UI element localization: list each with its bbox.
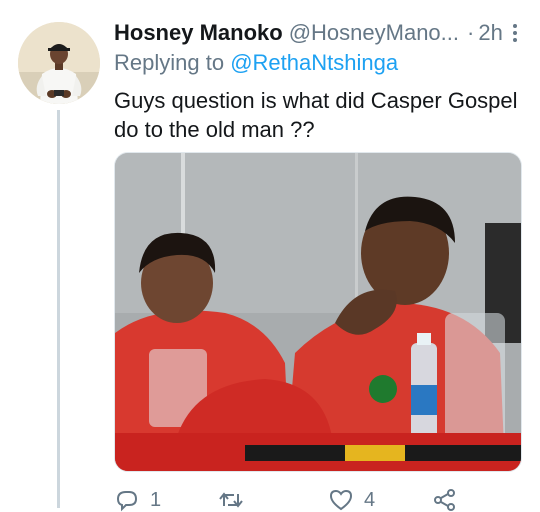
user-handle[interactable]: @HosneyMano... (289, 20, 459, 46)
tweet-header: Hosney Manoko @HosneyMano... · 2h (114, 18, 524, 48)
share-icon (434, 489, 455, 511)
photo-image (115, 153, 521, 471)
retweet-icon (219, 492, 243, 508)
heart-icon (329, 489, 353, 511)
like-count: 4 (364, 488, 376, 511)
replying-to-mention[interactable]: @RethaNtshinga (230, 50, 398, 75)
reply-button[interactable]: 1 (114, 488, 161, 512)
tweet-text: Guys question is what did Casper Gospel … (114, 88, 518, 142)
like-button[interactable]: 4 (328, 488, 375, 512)
share-button[interactable] (432, 488, 458, 512)
avatar-image (18, 22, 100, 104)
tweet-photo[interactable] (114, 152, 522, 472)
avatar[interactable] (18, 22, 100, 104)
reply-icon (116, 491, 138, 512)
separator-dot: · (467, 20, 475, 45)
reply-count: 1 (150, 488, 162, 511)
display-name[interactable]: Hosney Manoko (114, 20, 283, 46)
more-vertical-icon[interactable] (506, 22, 524, 44)
retweet-button[interactable] (218, 488, 254, 512)
tweet-actions: 1 4 (114, 488, 524, 512)
thread-line (57, 110, 60, 508)
replying-to: Replying to @RethaNtshinga (114, 50, 398, 76)
replying-prefix: Replying to (114, 50, 225, 75)
timestamp[interactable]: 2h (478, 20, 502, 46)
